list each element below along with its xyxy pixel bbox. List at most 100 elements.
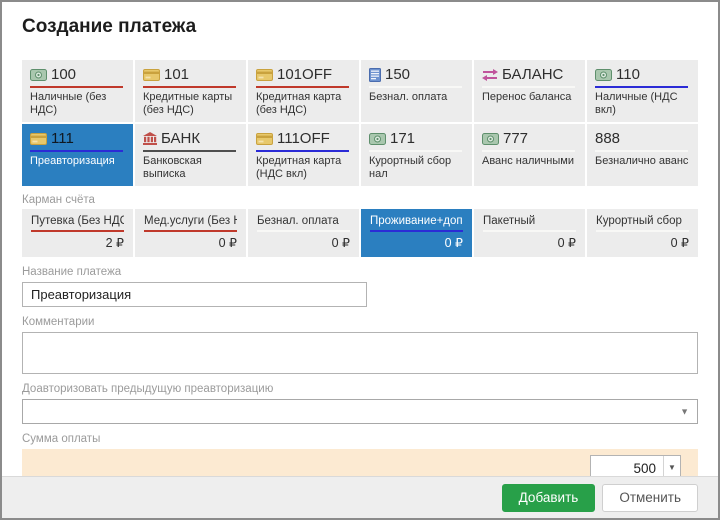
payment-method-label: Преавторизация (30, 155, 127, 168)
payment-method-label: Безнал. оплата (369, 91, 466, 104)
reauth-select[interactable]: ▼ (22, 399, 698, 424)
pocket-underline (370, 230, 463, 232)
tile-head: 777 (482, 129, 579, 148)
payment-method-label: Перенос баланса (482, 91, 579, 104)
payment-method-tile-777[interactable]: 777Аванс наличными (474, 124, 585, 186)
tile-head: 111 (30, 129, 127, 148)
pocket-value: 0 ₽ (144, 235, 237, 250)
tile-head: 171 (369, 129, 466, 148)
tile-underline (595, 150, 688, 152)
payment-method-code: 171 (390, 130, 415, 147)
payment-method-label: Кредитная карта (без НДС) (256, 91, 353, 117)
payment-method-code: 100 (51, 66, 76, 83)
amount-label: Сумма оплаты (22, 433, 698, 446)
payment-method-code: 101 (164, 66, 189, 83)
payment-method-grid: 100 Наличные (без НДС) 101Кредитные карты … (22, 60, 698, 186)
pocket-value: 0 ₽ (257, 235, 350, 250)
tile-underline (143, 150, 236, 152)
pocket-name: Безнал. оплата (257, 214, 350, 228)
payment-method-tile-БАЛАНС[interactable]: БАЛАНС Перенос баланса (474, 60, 585, 122)
tile-underline (369, 86, 462, 88)
payment-name-field: Название платежа (22, 266, 698, 307)
comments-label: Комментарии (22, 316, 698, 329)
payment-method-label: Безналично аванс (595, 155, 692, 168)
payment-method-tile-150[interactable]: 150Безнал. оплата (361, 60, 472, 122)
pocket-tile[interactable]: Пакетный0 ₽ (474, 209, 585, 257)
money-icon (595, 69, 612, 81)
payment-method-tile-101[interactable]: 101Кредитные карты (без НДС) (135, 60, 246, 122)
chevron-down-icon: ▼ (668, 464, 676, 472)
payment-method-tile-111OFF[interactable]: 111OFFКредитная карта (НДС вкл) (248, 124, 359, 186)
reauth-field: Доавторизовать предыдущую преавторизацию… (22, 383, 698, 424)
add-button[interactable]: Добавить (502, 484, 596, 512)
pocket-value: 0 ₽ (596, 235, 689, 250)
tile-underline (595, 86, 688, 88)
payment-method-tile-100[interactable]: 100 Наличные (без НДС) (22, 60, 133, 122)
tile-underline (30, 86, 123, 88)
payment-method-tile-171[interactable]: 171 Курортный сбор нал (361, 124, 472, 186)
pocket-tile[interactable]: Проживание+доп.усл 0 ₽ (361, 209, 472, 257)
pocket-value: 0 ₽ (483, 235, 576, 250)
card-icon (143, 69, 160, 81)
pocket-name: Курортный сбор (596, 214, 689, 228)
money-icon (30, 69, 47, 81)
payment-method-label: Курортный сбор нал (369, 155, 466, 181)
payment-name-input[interactable] (22, 282, 367, 307)
tile-head: 101OFF (256, 65, 353, 84)
create-payment-dialog: Создание платежа 100Наличные (без НДС)10… (0, 0, 720, 520)
tile-head: 888 (595, 129, 692, 148)
tile-underline (30, 150, 123, 152)
pocket-underline (257, 230, 350, 232)
tile-head: 111OFF (256, 129, 353, 148)
tile-underline (256, 150, 349, 152)
payment-method-code: 110 (616, 66, 640, 83)
payment-method-code: 777 (503, 130, 528, 147)
pocket-value: 2 ₽ (31, 235, 124, 250)
card-icon (256, 133, 273, 145)
tile-underline (482, 86, 575, 88)
payment-method-code: 111 (51, 130, 74, 147)
payment-method-tile-111[interactable]: 111 Преавторизация (22, 124, 133, 186)
pocket-underline (144, 230, 237, 232)
comments-field: Комментарии (22, 316, 698, 374)
pocket-tile[interactable]: Мед.услуги (Без НДС) 0 ₽ (135, 209, 246, 257)
cancel-button[interactable]: Отменить (602, 484, 698, 512)
tile-head: БАНК (143, 129, 240, 148)
pocket-section-label: Карман счёта (22, 194, 698, 207)
money-icon (482, 133, 499, 145)
payment-name-label: Название платежа (22, 266, 698, 279)
tile-underline (256, 86, 349, 88)
pocket-tile[interactable]: Путевка (Без НДС) 2 ₽ (22, 209, 133, 257)
tile-underline (482, 150, 575, 152)
bank-icon (143, 132, 157, 145)
pocket-underline (596, 230, 689, 232)
tile-underline (143, 86, 236, 88)
payment-method-tile-101OFF[interactable]: 101OFF Кредитная карта (без НДС) (248, 60, 359, 122)
card-icon (30, 133, 47, 145)
pocket-name: Проживание+доп.усл (370, 214, 463, 228)
payment-method-label: Наличные (НДС вкл) (595, 91, 692, 117)
comments-textarea[interactable] (22, 332, 698, 374)
money-icon (369, 133, 386, 145)
payment-method-tile-888[interactable]: 888 Безналично аванс (587, 124, 698, 186)
tile-head: БАЛАНС (482, 65, 579, 84)
payment-method-code: БАЛАНС (502, 66, 563, 83)
pocket-tile[interactable]: Безнал. оплата 0 ₽ (248, 209, 359, 257)
payment-method-tile-110[interactable]: 110 Наличные (НДС вкл) (587, 60, 698, 122)
reauth-label: Доавторизовать предыдущую преавторизацию (22, 383, 698, 396)
pocket-name: Мед.услуги (Без НДС) (144, 214, 237, 228)
payment-method-code: БАНК (161, 130, 200, 147)
pocket-name: Путевка (Без НДС) (31, 214, 124, 228)
payment-method-code: 888 (595, 130, 620, 147)
dialog-title: Создание платежа (22, 14, 698, 40)
pocket-grid: Путевка (Без НДС) 2 ₽ Мед.услуги (Без НДС)… (22, 209, 698, 257)
payment-method-code: 111OFF (277, 130, 330, 147)
payment-method-label: Наличные (без НДС) (30, 91, 127, 117)
transfer-icon (482, 69, 498, 81)
tile-head: 101 (143, 65, 240, 84)
chevron-down-icon: ▼ (680, 406, 689, 416)
pocket-tile[interactable]: Курортный сбор 0 ₽ (587, 209, 698, 257)
pocket-underline (483, 230, 576, 232)
payment-method-tile-БАНК[interactable]: БАНКБанковская выписка (135, 124, 246, 186)
pocket-value: 0 ₽ (370, 235, 463, 250)
